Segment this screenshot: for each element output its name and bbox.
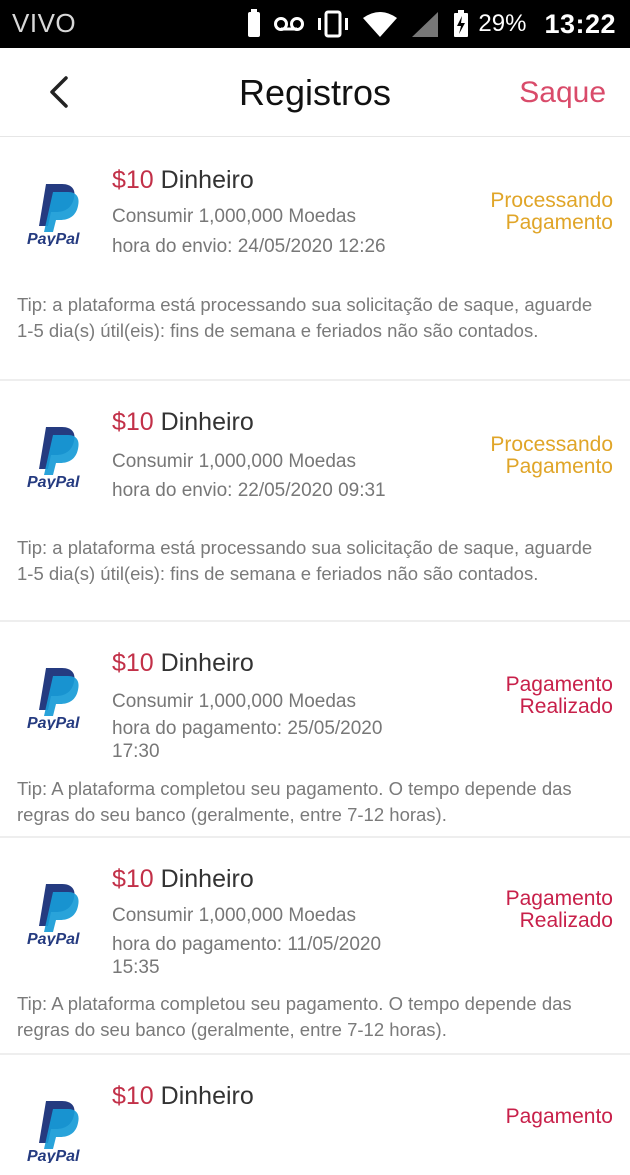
voicemail-icon (274, 16, 305, 32)
record-item[interactable]: PayPal $10 Dinheiro Pagamento (0, 1055, 630, 1175)
status-badge: Pagamento Realizado (506, 674, 613, 718)
amount-line: $10 Dinheiro (112, 1082, 254, 1111)
amount-label: Dinheiro (160, 649, 254, 677)
status-line-2: Pagamento (505, 455, 613, 478)
vibrate-icon (316, 10, 350, 38)
status-line-1: Processando (490, 189, 613, 212)
tip-text: Tip: A plataforma completou seu pagament… (17, 778, 572, 825)
saque-button[interactable]: Saque (519, 76, 606, 110)
battery-small-icon (246, 9, 262, 39)
status-bar: VIVO 29% 13:22 (0, 0, 630, 48)
paypal-logo-icon: PayPal (27, 668, 80, 730)
amount-label: Dinheiro (160, 166, 254, 194)
clock: 13:22 (544, 8, 616, 39)
tip-text: Tip: A plataforma completou seu pagament… (17, 993, 572, 1040)
paypal-logo-text: PayPal (27, 474, 80, 489)
amount-value: $10 (112, 408, 154, 436)
coins-consumed: Consumir 1,000,000 Moedas (112, 691, 356, 712)
payment-time: hora do pagamento: 11/05/2020 15:35 (112, 934, 382, 978)
paypal-logo-text: PayPal (27, 931, 80, 946)
amount-label: Dinheiro (160, 865, 254, 893)
amount-value: $10 (112, 1082, 154, 1110)
status-line-2: Pagamento (505, 211, 613, 234)
paypal-logo-icon: PayPal (27, 1101, 80, 1163)
paypal-logo-text: PayPal (27, 715, 80, 730)
status-line-1: Pagamento (505, 1105, 613, 1128)
record-item[interactable]: PayPal $10 Dinheiro Consumir 1,000,000 M… (0, 137, 630, 381)
amount-label: Dinheiro (160, 1082, 254, 1110)
status-line-2: Realizado (519, 909, 613, 932)
request-time: hora do envio: 24/05/2020 12:26 (112, 236, 386, 257)
coins-consumed: Consumir 1,000,000 Moedas (112, 905, 356, 926)
status-line-1: Pagamento (505, 887, 613, 910)
coins-consumed: Consumir 1,000,000 Moedas (112, 206, 356, 227)
record-item[interactable]: PayPal $10 Dinheiro Consumir 1,000,000 M… (0, 838, 630, 1055)
amount-line: $10 Dinheiro (112, 408, 254, 437)
request-time: hora do envio: 22/05/2020 09:31 (112, 480, 386, 501)
paypal-logo-icon: PayPal (27, 884, 80, 946)
status-line-1: Processando (490, 433, 613, 456)
signal-icon (410, 10, 440, 38)
paypal-logo-icon: PayPal (27, 184, 80, 246)
status-badge: Pagamento Realizado (506, 888, 613, 932)
record-item[interactable]: PayPal $10 Dinheiro Consumir 1,000,000 M… (0, 381, 630, 622)
paypal-logo-text: PayPal (27, 231, 80, 246)
records-list: PayPal $10 Dinheiro Consumir 1,000,000 M… (0, 137, 630, 1175)
amount-label: Dinheiro (160, 408, 254, 436)
app-header: Registros Saque (0, 48, 630, 137)
battery-charging-icon (452, 9, 470, 39)
status-badge: Pagamento (506, 1106, 613, 1128)
wifi-icon (362, 10, 398, 38)
status-icons: 29% 13:22 (234, 0, 616, 48)
status-line-1: Pagamento (505, 673, 613, 696)
amount-line: $10 Dinheiro (112, 166, 254, 195)
status-badge: Processando Pagamento (490, 434, 613, 478)
record-item[interactable]: PayPal $10 Dinheiro Consumir 1,000,000 M… (0, 622, 630, 838)
battery-percentage: 29% (478, 10, 527, 37)
amount-value: $10 (112, 166, 154, 194)
amount-value: $10 (112, 649, 154, 677)
status-badge: Processando Pagamento (490, 190, 613, 234)
amount-value: $10 (112, 865, 154, 893)
paypal-logo-icon: PayPal (27, 427, 80, 489)
payment-time: hora do pagamento: 25/05/2020 17:30 (112, 718, 383, 762)
tip-text: Tip: a plataforma está processando sua s… (17, 294, 593, 341)
carrier-name: VIVO (12, 8, 77, 38)
amount-line: $10 Dinheiro (112, 865, 254, 894)
coins-consumed: Consumir 1,000,000 Moedas (112, 451, 356, 472)
status-line-2: Realizado (519, 695, 613, 718)
amount-line: $10 Dinheiro (112, 649, 254, 678)
paypal-logo-text: PayPal (27, 1148, 80, 1163)
tip-text: Tip: a plataforma está processando sua s… (17, 537, 593, 584)
